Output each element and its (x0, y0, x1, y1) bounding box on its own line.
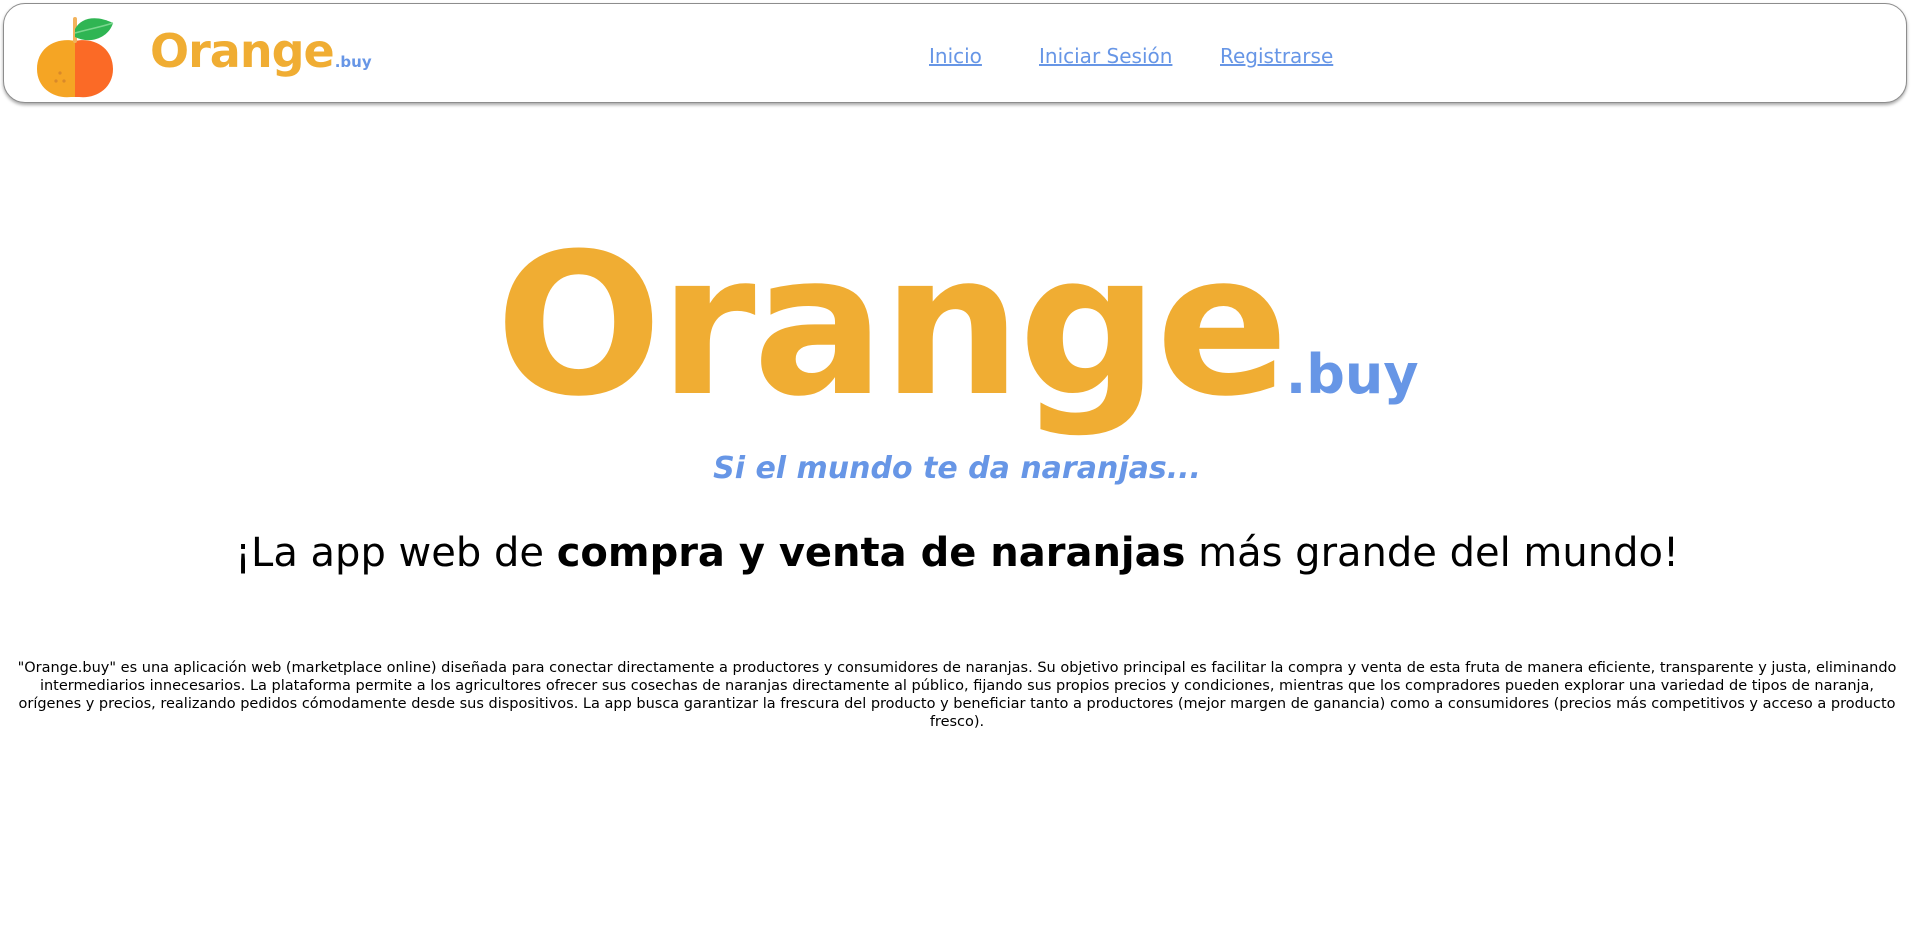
orange-fruit-icon[interactable] (31, 13, 119, 101)
brand-name: Orange (150, 24, 335, 78)
hero-tagline: ¡La app web de compra y venta de naranja… (0, 530, 1914, 576)
nav-link-inicio[interactable]: Inicio (929, 44, 982, 68)
top-navbar: Orange.buy Inicio Iniciar Sesión Registr… (3, 3, 1907, 103)
tagline-highlight: compra y venta de naranjas (556, 530, 1186, 576)
brand-logo[interactable]: Orange.buy (150, 24, 372, 78)
app-description: "Orange.buy" es una aplicación web (mark… (17, 660, 1897, 730)
hero-brand-suffix: .buy (1285, 343, 1419, 406)
hero-brand-logo: Orange.buy (0, 212, 1914, 440)
hero-slogan: Si el mundo te da naranjas... (713, 451, 1201, 486)
nav-link-registrarse[interactable]: Registrarse (1220, 44, 1333, 68)
brand-suffix: .buy (334, 53, 372, 71)
tagline-suffix: más grande del mundo! (1185, 530, 1679, 576)
nav-link-iniciar-sesion[interactable]: Iniciar Sesión (1039, 44, 1172, 68)
tagline-prefix: ¡La app web de (235, 530, 557, 576)
hero-brand-name: Orange (495, 212, 1288, 440)
